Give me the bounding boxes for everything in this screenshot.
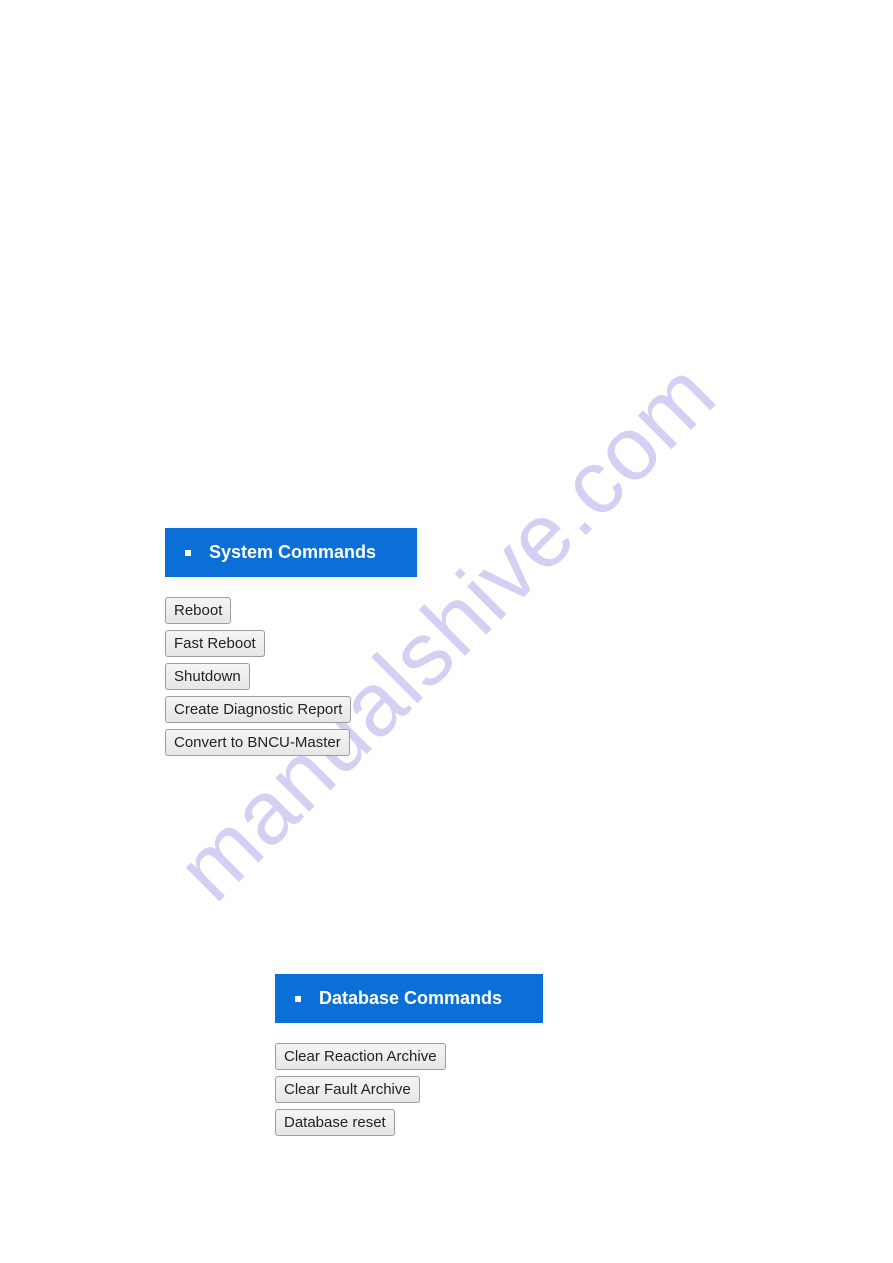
system-commands-buttons: Reboot Fast Reboot Shutdown Create Diagn…: [165, 597, 417, 756]
fast-reboot-button[interactable]: Fast Reboot: [165, 630, 265, 657]
clear-fault-archive-button[interactable]: Clear Fault Archive: [275, 1076, 420, 1103]
database-reset-button[interactable]: Database reset: [275, 1109, 395, 1136]
clear-reaction-archive-button[interactable]: Clear Reaction Archive: [275, 1043, 446, 1070]
system-commands-section: System Commands Reboot Fast Reboot Shutd…: [165, 528, 417, 756]
database-commands-header: Database Commands: [275, 974, 543, 1023]
bullet-icon: [295, 996, 301, 1002]
convert-to-bncu-master-button[interactable]: Convert to BNCU-Master: [165, 729, 350, 756]
database-commands-buttons: Clear Reaction Archive Clear Fault Archi…: [275, 1043, 543, 1136]
database-commands-title: Database Commands: [319, 988, 502, 1009]
system-commands-title: System Commands: [209, 542, 376, 563]
create-diagnostic-report-button[interactable]: Create Diagnostic Report: [165, 696, 351, 723]
database-commands-section: Database Commands Clear Reaction Archive…: [275, 974, 543, 1136]
shutdown-button[interactable]: Shutdown: [165, 663, 250, 690]
bullet-icon: [185, 550, 191, 556]
system-commands-header: System Commands: [165, 528, 417, 577]
reboot-button[interactable]: Reboot: [165, 597, 231, 624]
